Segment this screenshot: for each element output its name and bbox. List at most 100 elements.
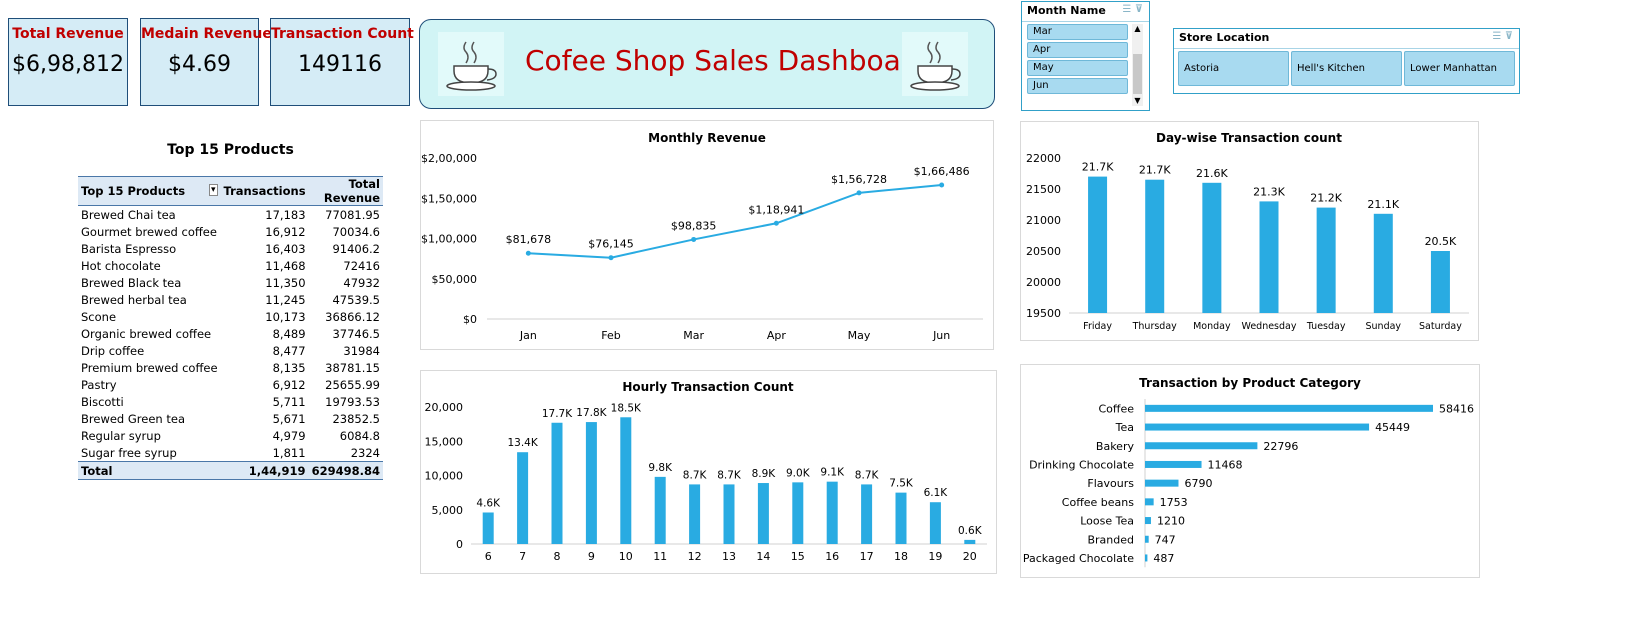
transactions-cell: 10,173 (265, 309, 306, 324)
category-label: Tea (1115, 421, 1134, 434)
slicer-item-month[interactable]: Apr (1027, 42, 1128, 58)
revenue-cell: 2324 (350, 445, 380, 460)
x-tick-label: 11 (653, 550, 667, 563)
scroll-down-icon[interactable]: ▼ (1132, 96, 1143, 106)
product-name-cell: Brewed herbal tea (81, 292, 187, 307)
multi-select-icon[interactable]: ☰ ⊽ (1122, 4, 1143, 15)
kpi-value: $4.69 (168, 52, 231, 77)
transactions-cell: 16,403 (265, 241, 306, 256)
data-label: 6.1K (924, 487, 949, 499)
scroll-up-icon[interactable]: ▲ (1132, 24, 1143, 34)
transactions-cell: 1,811 (272, 445, 306, 460)
revenue-cell: 47932 (343, 275, 380, 290)
month-slicer: Month Name ☰ ⊽ Mar Apr May Jun ▲ ▼ (1021, 1, 1150, 111)
kpi-total-revenue: Total Revenue $6,98,812 (8, 18, 128, 106)
data-label: $1,66,486 (914, 165, 970, 178)
bar (861, 484, 873, 544)
x-tick-label: Sunday (1366, 321, 1402, 332)
product-name-cell: Barista Espresso (81, 241, 177, 256)
kpi-label: Transaction Count (271, 26, 414, 42)
x-tick-label: 15 (791, 550, 805, 563)
revenue-cell: 70034.6 (332, 224, 380, 239)
x-tick-label: Jun (932, 329, 950, 342)
table-row: Hot chocolate 11,468 72416 (78, 257, 383, 274)
data-label: 1753 (1160, 496, 1188, 509)
transactions-cell: 5,711 (272, 394, 306, 409)
kpi-median-revenue: Medain Revenue $4.69 (140, 18, 272, 106)
bar (1316, 207, 1336, 313)
data-label: 8.9K (752, 468, 777, 480)
data-label: 11468 (1208, 458, 1243, 471)
x-tick-label: Apr (767, 329, 787, 342)
transactions-cell: 4,979 (272, 428, 306, 443)
x-tick-label: 10 (619, 550, 633, 563)
y-tick-label: 15,000 (425, 435, 464, 448)
data-label: 9.1K (820, 467, 845, 479)
kpi-transaction-count: Transaction Count 149116 (270, 18, 414, 106)
revenue-cell: 36866.12 (325, 309, 380, 324)
table-row: Organic brewed coffee 8,489 37746.5 (78, 325, 383, 342)
data-label: $98,835 (671, 219, 717, 232)
product-name-cell: Gourmet brewed coffee (81, 224, 217, 239)
data-point (773, 220, 779, 226)
y-tick-label: 0 (456, 538, 463, 551)
column-header[interactable]: Top 15 Products ▾ (78, 176, 221, 206)
x-tick-label: 18 (894, 550, 908, 563)
x-tick-label: 20 (963, 550, 977, 563)
y-tick-label: $0 (463, 313, 477, 326)
scrollbar-thumb[interactable] (1133, 54, 1142, 94)
y-tick-label: 22000 (1026, 152, 1061, 165)
data-label: 0.6K (958, 525, 983, 537)
filter-icon[interactable]: ▾ (209, 184, 218, 196)
revenue-cell: 31984 (343, 343, 380, 358)
multi-select-icon[interactable]: ☰ ⊽ (1492, 31, 1513, 42)
data-point (939, 182, 945, 188)
slicer-item-store[interactable]: Hell's Kitchen (1291, 51, 1402, 86)
category-label: Branded (1087, 533, 1134, 546)
slicer-scrollbar[interactable]: ▲ ▼ (1132, 24, 1143, 106)
data-label: 9.0K (786, 467, 811, 479)
data-label: 45449 (1375, 421, 1410, 434)
hourly-chart: Hourly Transaction Count 0 5,000 10,000 15,0… (420, 370, 997, 574)
data-label: 4.6K (476, 497, 501, 509)
slicer-item-month[interactable]: Mar (1027, 24, 1128, 40)
x-tick-label: Saturday (1419, 321, 1462, 332)
bar (1259, 201, 1279, 313)
slicer-item-month[interactable]: May (1027, 60, 1128, 76)
y-tick-label: $2,00,000 (421, 152, 477, 165)
bar (826, 481, 838, 544)
x-tick-label: 19 (928, 550, 942, 563)
x-tick-label: Tuesday (1306, 321, 1346, 332)
category-label: Loose Tea (1080, 515, 1134, 528)
slicer-item-store[interactable]: Lower Manhattan (1404, 51, 1515, 86)
data-label: 8.7K (855, 469, 880, 481)
category-label: Coffee (1098, 402, 1134, 415)
transactions-cell: 8,135 (272, 360, 306, 375)
monthly-revenue-svg: Monthly Revenue $0 $50,000 $1,00,000 $1,50,0… (421, 131, 983, 342)
revenue-cell: 23852.5 (332, 411, 380, 426)
transactions-cell: 5,671 (272, 411, 306, 426)
chart-title: Day-wise Transaction count (1156, 131, 1342, 145)
x-tick-label: 16 (825, 550, 839, 563)
slicer-item-store[interactable]: Astoria (1178, 51, 1289, 86)
bar (1145, 554, 1148, 562)
data-label: 9.8K (648, 462, 673, 474)
daywise-svg: Day-wise Transaction count 19500 20000 2050… (1026, 131, 1469, 332)
column-header-label: Top 15 Products (81, 184, 186, 198)
table-row: Brewed Green tea 5,671 23852.5 (78, 410, 383, 427)
x-tick-label: Mar (683, 329, 704, 342)
category-label: Bakery (1096, 440, 1135, 453)
column-header: Transactions (220, 176, 309, 206)
slicer-item-month[interactable]: Jun (1027, 78, 1128, 94)
table-total-row: Total 1,44,919 629498.84 (78, 461, 383, 480)
x-tick-label: 12 (688, 550, 702, 563)
x-tick-label: Feb (601, 329, 620, 342)
slicer-title: Store Location (1179, 31, 1270, 44)
table-row: Biscotti 5,711 19793.53 (78, 393, 383, 410)
data-label: 17.8K (576, 407, 607, 419)
coffee-cup-icon (438, 32, 504, 96)
product-name-cell: Sugar free syrup (81, 445, 177, 460)
revenue-cell: 91406.2 (332, 241, 380, 256)
table-row: Premium brewed coffee 8,135 38781.15 (78, 359, 383, 376)
bar (585, 422, 597, 544)
